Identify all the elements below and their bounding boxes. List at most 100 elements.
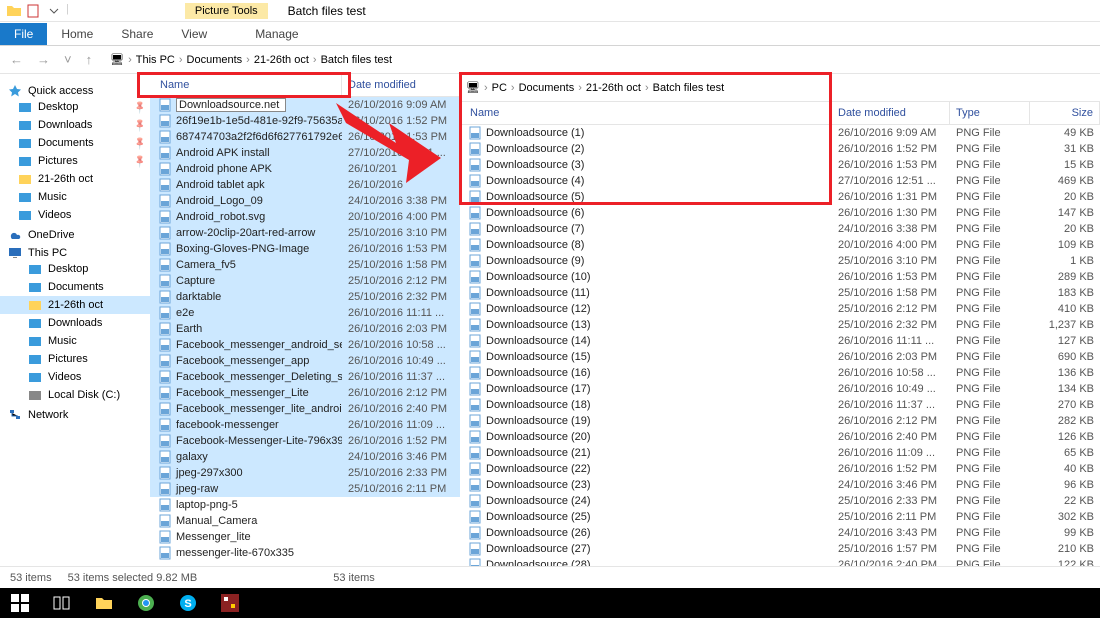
file-row[interactable]: facebook-messenger26/10/2016 11:09 ... bbox=[150, 417, 460, 433]
breadcrumb-segment[interactable]: PC bbox=[492, 82, 507, 94]
col-size[interactable]: Size bbox=[1030, 102, 1100, 124]
col-date[interactable]: Date modified bbox=[342, 74, 460, 96]
file-row[interactable]: darktable25/10/2016 2:32 PM bbox=[150, 289, 460, 305]
col-name[interactable]: Name bbox=[460, 102, 832, 124]
this-pc-group[interactable]: This PC bbox=[0, 246, 150, 260]
file-row[interactable]: Android_Logo_0924/10/2016 3:38 PM bbox=[150, 193, 460, 209]
file-row[interactable]: Downloadsource (26)24/10/2016 3:43 PMPNG… bbox=[460, 525, 1100, 541]
file-row[interactable]: Downloadsource (6)26/10/2016 1:30 PMPNG … bbox=[460, 205, 1100, 221]
tab-view[interactable]: View bbox=[167, 23, 221, 45]
tab-manage[interactable]: Manage bbox=[241, 23, 312, 45]
col-name[interactable]: Name bbox=[150, 74, 342, 96]
file-row[interactable]: e2e26/10/2016 11:11 ... bbox=[150, 305, 460, 321]
file-row[interactable]: Downloadsource (24)25/10/2016 2:33 PMPNG… bbox=[460, 493, 1100, 509]
file-row[interactable]: Downloadsource (15)26/10/2016 2:03 PMPNG… bbox=[460, 349, 1100, 365]
file-row[interactable]: Downloadsource (2)26/10/2016 1:52 PMPNG … bbox=[460, 141, 1100, 157]
qat-dropdown-icon[interactable] bbox=[46, 3, 62, 19]
explorer-taskbar-icon[interactable] bbox=[84, 588, 124, 618]
sidebar-item[interactable]: Downloads bbox=[0, 314, 150, 332]
sidebar-item[interactable]: Videos bbox=[0, 206, 150, 224]
file-row[interactable]: Facebook_messenger_lite_android26/10/201… bbox=[150, 401, 460, 417]
sidebar-item[interactable]: Documents bbox=[0, 278, 150, 296]
file-row[interactable]: Downloadsource (3)26/10/2016 1:53 PMPNG … bbox=[460, 157, 1100, 173]
file-row[interactable]: Downloadsource (21)26/10/2016 11:09 ...P… bbox=[460, 445, 1100, 461]
file-row[interactable]: Downloadsource (1)26/10/2016 9:09 AMPNG … bbox=[460, 125, 1100, 141]
file-row[interactable]: Downloadsource (4)27/10/2016 12:51 ...PN… bbox=[460, 173, 1100, 189]
sidebar-item[interactable]: 21-26th oct bbox=[0, 170, 150, 188]
file-row[interactable]: Android_robot.svg20/10/2016 4:00 PM bbox=[150, 209, 460, 225]
quick-access-group[interactable]: Quick access bbox=[0, 84, 150, 98]
file-row[interactable]: Facebook_messenger_app26/10/2016 10:49 .… bbox=[150, 353, 460, 369]
tab-file[interactable]: File bbox=[0, 23, 47, 45]
onedrive-group[interactable]: OneDrive bbox=[0, 228, 150, 242]
file-row[interactable]: jpeg-297x30025/10/2016 2:33 PM bbox=[150, 465, 460, 481]
tab-home[interactable]: Home bbox=[47, 23, 107, 45]
file-row[interactable]: Downloadsource (23)24/10/2016 3:46 PMPNG… bbox=[460, 477, 1100, 493]
file-row[interactable]: Downloadsource (27)25/10/2016 1:57 PMPNG… bbox=[460, 541, 1100, 557]
file-row[interactable]: Downloadsource (14)26/10/2016 11:11 ...P… bbox=[460, 333, 1100, 349]
sidebar-item[interactable]: Music bbox=[0, 332, 150, 350]
file-row[interactable]: Manual_Camera bbox=[150, 513, 460, 529]
rename-input[interactable]: Downloadsource.net bbox=[176, 98, 286, 112]
recent-dropdown[interactable]: ˅ bbox=[60, 52, 76, 67]
breadcrumb-segment[interactable]: 21-26th oct bbox=[254, 54, 309, 66]
file-row[interactable]: Downloadsource (20)26/10/2016 2:40 PMPNG… bbox=[460, 429, 1100, 445]
breadcrumb-right[interactable]: 🖥 › PC › Documents › 21-26th oct › Batch… bbox=[466, 81, 724, 94]
file-row[interactable]: Downloadsource (13)25/10/2016 2:32 PMPNG… bbox=[460, 317, 1100, 333]
file-row[interactable]: Downloadsource (11)25/10/2016 1:58 PMPNG… bbox=[460, 285, 1100, 301]
breadcrumb-segment[interactable]: Documents bbox=[519, 82, 575, 94]
file-row[interactable]: jpeg-raw25/10/2016 2:11 PM bbox=[150, 481, 460, 497]
file-row[interactable]: Downloadsource (22)26/10/2016 1:52 PMPNG… bbox=[460, 461, 1100, 477]
chrome-taskbar-icon[interactable] bbox=[126, 588, 166, 618]
file-row[interactable]: Boxing-Gloves-PNG-Image26/10/2016 1:53 P… bbox=[150, 241, 460, 257]
sidebar-item[interactable]: Desktop bbox=[0, 260, 150, 278]
start-button[interactable] bbox=[0, 588, 40, 618]
file-row[interactable]: galaxy24/10/2016 3:46 PM bbox=[150, 449, 460, 465]
file-row[interactable]: Downloadsource.net26/10/2016 9:09 AM bbox=[150, 97, 460, 113]
app-taskbar-icon[interactable] bbox=[210, 588, 250, 618]
file-row[interactable]: Facebook_messenger_Deleting_secret_m...2… bbox=[150, 369, 460, 385]
file-row[interactable]: Downloadsource (5)26/10/2016 1:31 PMPNG … bbox=[460, 189, 1100, 205]
file-row[interactable]: Downloadsource (9)25/10/2016 3:10 PMPNG … bbox=[460, 253, 1100, 269]
file-row[interactable]: 687474703a2f2f6d6f627761792e696e2f626/10… bbox=[150, 129, 460, 145]
file-row[interactable]: Downloadsource (19)26/10/2016 2:12 PMPNG… bbox=[460, 413, 1100, 429]
sidebar-item[interactable]: 21-26th oct bbox=[0, 296, 150, 314]
breadcrumb-segment[interactable]: Batch files test bbox=[321, 54, 393, 66]
col-date[interactable]: Date modified bbox=[832, 102, 950, 124]
file-row[interactable]: Messenger_lite bbox=[150, 529, 460, 545]
file-row[interactable]: laptop-png-5 bbox=[150, 497, 460, 513]
forward-button[interactable]: → bbox=[33, 52, 54, 67]
sidebar-item[interactable]: Videos bbox=[0, 368, 150, 386]
back-button[interactable]: ← bbox=[6, 52, 27, 67]
file-row[interactable]: Downloadsource (17)26/10/2016 10:49 ...P… bbox=[460, 381, 1100, 397]
file-row[interactable]: Downloadsource (12)25/10/2016 2:12 PMPNG… bbox=[460, 301, 1100, 317]
sidebar-item[interactable]: Pictures bbox=[0, 152, 150, 170]
file-row[interactable]: Capture25/10/2016 2:12 PM bbox=[150, 273, 460, 289]
skype-taskbar-icon[interactable]: S bbox=[168, 588, 208, 618]
task-view-button[interactable] bbox=[42, 588, 82, 618]
file-row[interactable]: Facebook-Messenger-Lite-796x39826/10/201… bbox=[150, 433, 460, 449]
file-row[interactable]: Downloadsource (28)26/10/2016 2:40 PMPNG… bbox=[460, 557, 1100, 566]
sidebar-item[interactable]: Local Disk (C:) bbox=[0, 386, 150, 404]
properties-icon[interactable] bbox=[26, 3, 42, 19]
breadcrumb-segment[interactable]: 21-26th oct bbox=[586, 82, 641, 94]
sidebar-item[interactable]: Desktop bbox=[0, 98, 150, 116]
file-row[interactable]: Android tablet apk26/10/2016 bbox=[150, 177, 460, 193]
breadcrumb-segment[interactable]: Batch files test bbox=[653, 82, 725, 94]
file-row[interactable]: Android APK install27/10/2016 12:51 ... bbox=[150, 145, 460, 161]
file-row[interactable]: Android phone APK26/10/201 bbox=[150, 161, 460, 177]
breadcrumb-segment[interactable]: Documents bbox=[187, 54, 243, 66]
breadcrumb[interactable]: 🖥 › This PC › Documents › 21-26th oct › … bbox=[110, 53, 392, 66]
sidebar-item[interactable]: Music bbox=[0, 188, 150, 206]
file-row[interactable]: Downloadsource (18)26/10/2016 11:37 ...P… bbox=[460, 397, 1100, 413]
file-row[interactable]: Facebook_messenger_android_secret26/10/2… bbox=[150, 337, 460, 353]
file-row[interactable]: 26f19e1b-1e5d-481e-92f9-75635a9a81b726/1… bbox=[150, 113, 460, 129]
file-row[interactable]: Downloadsource (25)25/10/2016 2:11 PMPNG… bbox=[460, 509, 1100, 525]
tab-share[interactable]: Share bbox=[107, 23, 167, 45]
file-row[interactable]: Camera_fv525/10/2016 1:58 PM bbox=[150, 257, 460, 273]
network-group[interactable]: Network bbox=[0, 408, 150, 422]
sidebar-item[interactable]: Pictures bbox=[0, 350, 150, 368]
file-row[interactable]: Downloadsource (16)26/10/2016 10:58 ...P… bbox=[460, 365, 1100, 381]
sidebar-item[interactable]: Downloads bbox=[0, 116, 150, 134]
up-button[interactable]: ↑ bbox=[82, 52, 97, 67]
